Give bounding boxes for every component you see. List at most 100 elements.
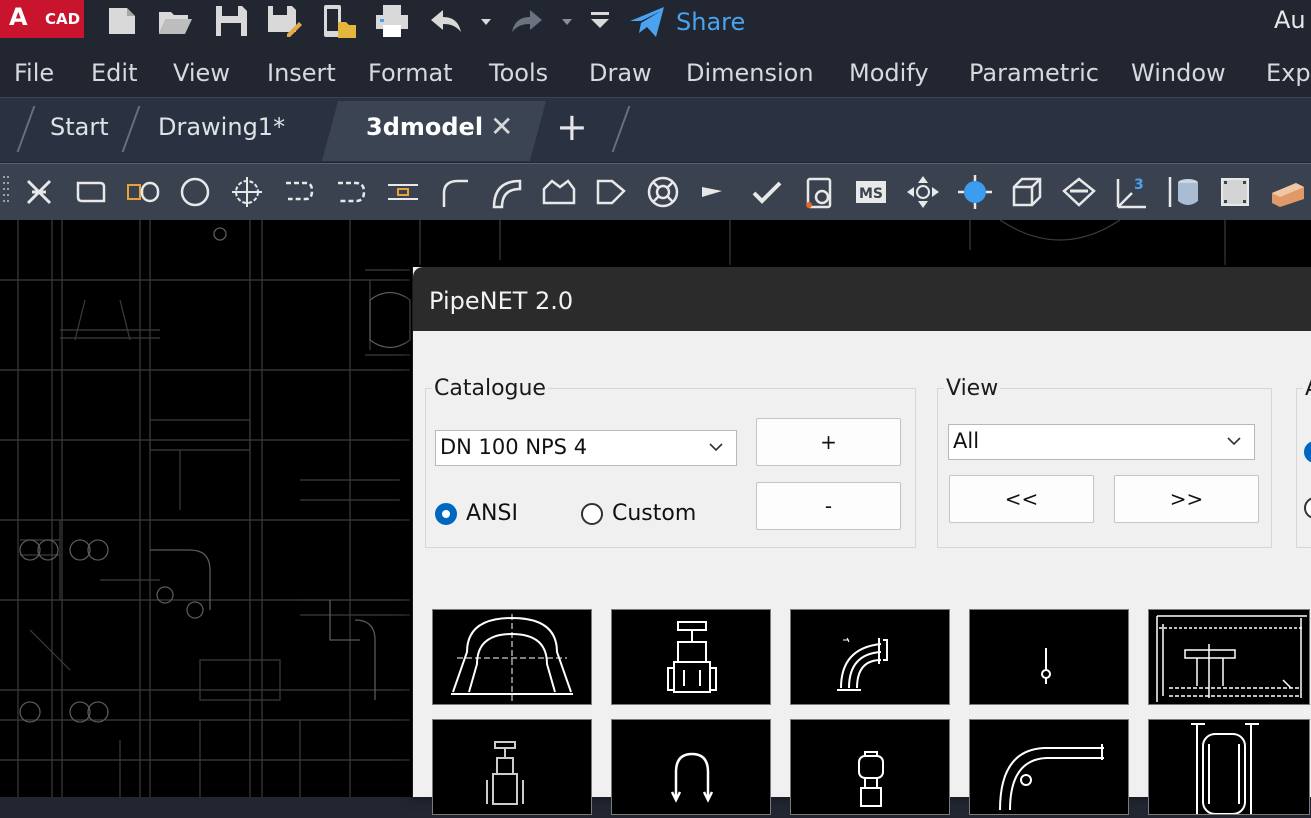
window-title: Au [1274, 6, 1306, 34]
tool-explode-icon[interactable] [20, 173, 58, 211]
chevron-down-icon [1227, 437, 1241, 446]
view-previous-button[interactable]: << [949, 475, 1094, 523]
tool-center-point-icon[interactable] [228, 173, 266, 211]
catalogue-size-select[interactable]: DN 100 NPS 4 [435, 430, 737, 466]
tab-divider [611, 106, 631, 152]
component-thumb-long-bend[interactable] [969, 719, 1129, 815]
toolbar-grip-icon[interactable] [2, 174, 10, 210]
component-thumb-u-clamp[interactable] [611, 719, 771, 815]
share-label: Share [676, 8, 746, 36]
view-filter-select[interactable]: All [948, 424, 1255, 460]
tool-region-icon[interactable] [72, 173, 110, 211]
open-folder-icon[interactable] [156, 2, 194, 40]
redo-dropdown-icon[interactable] [559, 2, 575, 40]
tool-clipboard-icon[interactable] [800, 173, 838, 211]
undo-dropdown-icon[interactable] [478, 2, 494, 40]
dialog-title-bar[interactable]: PipeNET 2.0 [413, 267, 1311, 331]
close-tab-icon[interactable]: ✕ [490, 110, 513, 143]
add-catalogue-button[interactable]: + [756, 418, 901, 466]
menu-parametric[interactable]: Parametric [969, 59, 1099, 87]
component-thumb-elbow[interactable] [790, 609, 950, 705]
redo-icon[interactable] [508, 2, 546, 40]
tab-start[interactable]: Start [50, 113, 109, 141]
tool-material-icon[interactable] [1268, 173, 1306, 211]
tab-divider [16, 106, 36, 152]
tool-extrude-icon[interactable] [124, 173, 162, 211]
tool-tray-icon[interactable] [540, 173, 578, 211]
customize-toolbar-icon[interactable] [585, 2, 615, 40]
catalogue-size-value: DN 100 NPS 4 [440, 435, 588, 459]
svg-text:MS: MS [859, 186, 883, 202]
tool-circle-icon[interactable] [176, 173, 214, 211]
component-thumb-probe[interactable] [969, 609, 1129, 705]
tool-box-icon[interactable] [1008, 173, 1046, 211]
menu-dimension[interactable]: Dimension [686, 59, 814, 87]
logo-letter: A [9, 3, 28, 31]
radio-ansi[interactable] [435, 503, 457, 525]
tool-orbit-icon[interactable] [904, 173, 942, 211]
menu-modify[interactable]: Modify [849, 59, 929, 87]
file-tab-bar: Start Drawing1* 3dmodel ✕ + [0, 97, 1311, 162]
logo-text: CAD [45, 10, 81, 28]
view-group [937, 388, 1272, 548]
undo-icon[interactable] [427, 2, 465, 40]
menu-file[interactable]: File [14, 59, 54, 87]
remove-catalogue-button[interactable]: - [756, 482, 901, 530]
app-logo[interactable]: A CAD [0, 0, 84, 38]
component-thumb-actuator[interactable] [790, 719, 950, 815]
tool-palette: MS 3 [0, 163, 1311, 220]
tool-sphere-icon[interactable] [956, 173, 994, 211]
tool-slice-icon[interactable] [1060, 173, 1098, 211]
menu-express[interactable]: Expr [1266, 59, 1311, 87]
share-button[interactable]: Share [628, 4, 745, 40]
open-from-mobile-icon[interactable] [320, 2, 358, 40]
svg-text:3: 3 [1134, 177, 1144, 193]
tab-divider [121, 106, 141, 152]
radio-custom-label: Custom [612, 501, 697, 526]
tool-model-space-icon[interactable]: MS [852, 173, 890, 211]
menu-edit[interactable]: Edit [91, 59, 137, 87]
component-thumb-gate-valve[interactable] [611, 609, 771, 705]
partial-group [1296, 388, 1311, 548]
menu-draw[interactable]: Draw [589, 59, 652, 87]
share-paper-plane-icon [630, 7, 664, 37]
view-filter-value: All [953, 429, 980, 453]
menu-bar: File Edit View Insert Format Tools Draw … [0, 50, 1311, 96]
menu-window[interactable]: Window [1131, 59, 1226, 87]
catalogue-group-label: Catalogue [432, 376, 548, 401]
component-thumb-valve-small[interactable] [432, 719, 592, 815]
tool-cylinder-icon[interactable] [1164, 173, 1202, 211]
menu-view[interactable]: View [173, 59, 230, 87]
quick-access-toolbar: A CAD Share Au [0, 0, 1311, 48]
component-thumb-vessel[interactable] [1148, 719, 1310, 815]
tab-drawing1[interactable]: Drawing1* [158, 113, 285, 141]
new-tab-icon[interactable]: + [556, 105, 588, 149]
tool-ucs-3-icon[interactable]: 3 [1112, 173, 1150, 211]
radio-custom[interactable] [581, 503, 603, 525]
plot-printer-icon[interactable] [373, 2, 411, 40]
tool-shape-icon[interactable] [592, 173, 630, 211]
tool-solid-box-icon[interactable] [1216, 173, 1254, 211]
menu-tools[interactable]: Tools [489, 59, 548, 87]
tool-offset-icon[interactable] [384, 173, 422, 211]
component-thumb-support-frame[interactable] [1148, 609, 1310, 705]
tool-arc-path-icon[interactable] [332, 173, 370, 211]
menu-format[interactable]: Format [368, 59, 453, 87]
tool-check-icon[interactable] [748, 173, 786, 211]
chevron-down-icon [709, 443, 723, 452]
save-icon[interactable] [212, 2, 250, 40]
save-as-icon[interactable] [265, 2, 303, 40]
menu-insert[interactable]: Insert [267, 59, 336, 87]
tool-chamfer-icon[interactable] [488, 173, 526, 211]
component-thumb-u-bend[interactable] [432, 609, 592, 705]
tool-polyline-icon[interactable] [280, 173, 318, 211]
tool-fillet-icon[interactable] [436, 173, 474, 211]
dialog-title: PipeNET 2.0 [429, 287, 574, 315]
new-file-icon[interactable] [103, 2, 141, 40]
tool-lifebuoy-icon[interactable] [644, 173, 682, 211]
view-next-button[interactable]: >> [1114, 475, 1259, 523]
tab-3dmodel[interactable]: 3dmodel [366, 113, 483, 141]
partial-group-label: A [1303, 376, 1311, 401]
tool-flag-icon[interactable] [696, 173, 734, 211]
view-group-label: View [944, 376, 1001, 401]
